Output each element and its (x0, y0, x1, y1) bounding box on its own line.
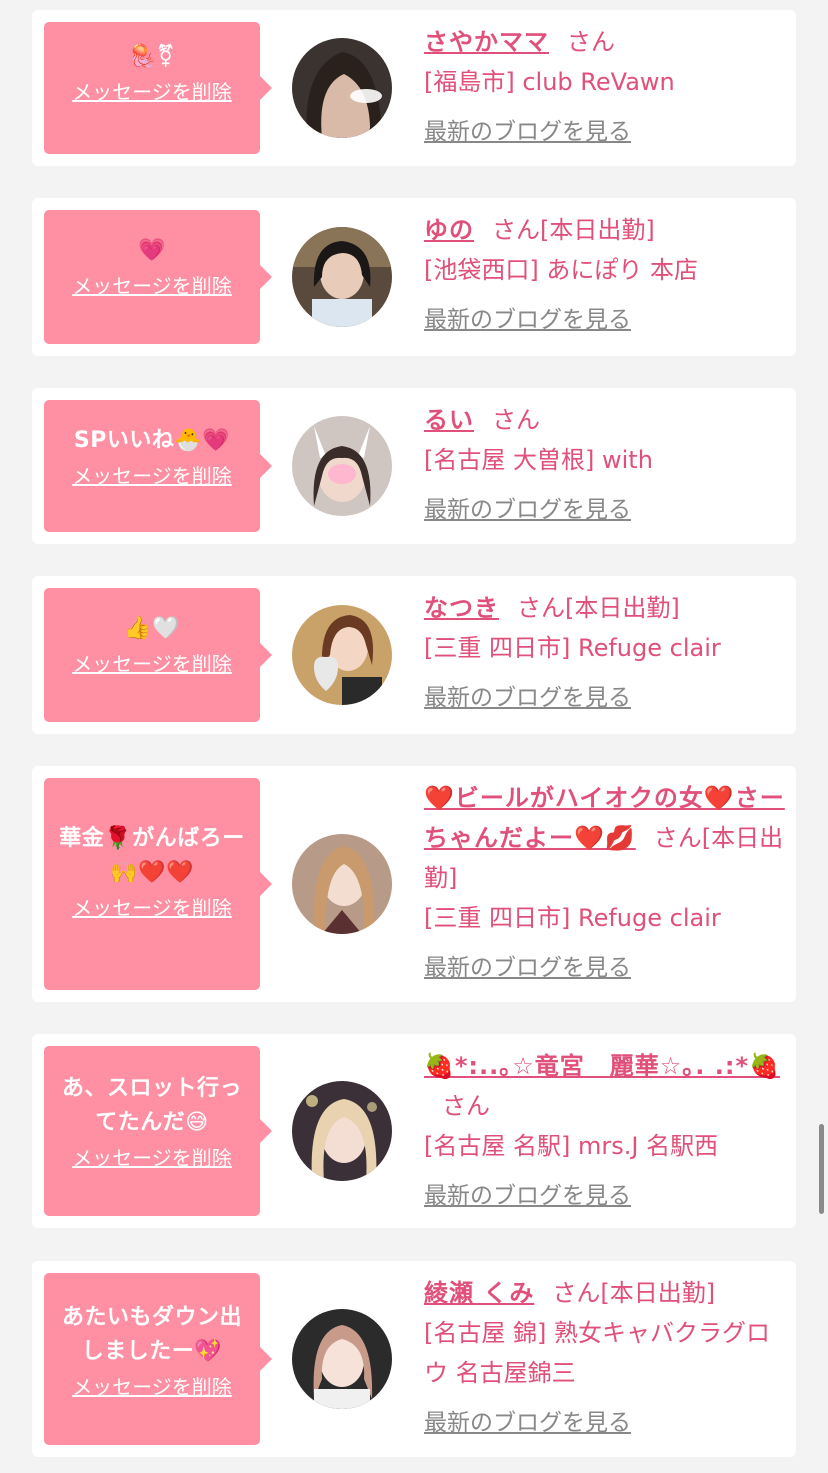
honorific: さん (492, 406, 540, 434)
avatar[interactable] (292, 605, 392, 705)
message-text: 🪼⚧ (128, 44, 176, 69)
honorific: さん (492, 216, 540, 244)
message-bubble: SPいいね🐣💗 メッセージを削除 (44, 400, 272, 532)
cast-info: ❤️ビールがハイオクの女❤️さーちゃんだよー❤️💋 さん[本日出勤] [三重 四日… (424, 778, 786, 988)
delete-message-link[interactable]: メッセージを削除 (72, 1373, 232, 1401)
shop-text: [名古屋 錦] 熟女キャバクラグロウ 名古屋錦三 (424, 1319, 770, 1387)
cast-name-link[interactable]: 綾瀬 くみ (424, 1279, 534, 1307)
blog-link[interactable]: 最新のブログを見る (424, 1403, 631, 1443)
woman-avatar-1 (292, 38, 392, 138)
message-bubble: 🪼⚧ メッセージを削除 (44, 22, 272, 154)
cast-info: さやかママ さん [福島市] club ReVawn 最新のブログを見る (424, 22, 786, 152)
avatar[interactable] (292, 834, 392, 934)
woman-avatar-3 (292, 416, 392, 516)
avatar[interactable] (292, 38, 392, 138)
message-text: 👍🤍 (124, 616, 180, 641)
blog-link[interactable]: 最新のブログを見る (424, 948, 631, 988)
message-text: あ、スロット行っ てたんだ😅 (61, 1076, 242, 1135)
shop-text: [名古屋 名駅] mrs.J 名駅西 (424, 1132, 719, 1160)
cast-info: 🍓*:..｡☆竜宮 麗華☆｡. .:*🍓 さん [名古屋 名駅] mrs.J 名駅… (424, 1046, 786, 1216)
blog-link[interactable]: 最新のブログを見る (424, 112, 631, 152)
message-bubble: 👍🤍 メッセージを削除 (44, 588, 272, 722)
list-item: 🪼⚧ メッセージを削除 さやかママ さん [福島市] club ReVawn 最新… (32, 10, 796, 166)
honorific: さん (552, 1279, 601, 1307)
shop-text: [名古屋 大曽根] with (424, 446, 653, 474)
message-text: あたいもダウン出 しましたー💖 (61, 1305, 242, 1364)
cast-info: ゆの さん[本日出勤] [池袋西口] あにぽり 本店 最新のブログを見る (424, 210, 786, 340)
delete-message-link[interactable]: メッセージを削除 (72, 650, 232, 678)
cast-info: るい さん [名古屋 大曽根] with 最新のブログを見る (424, 400, 786, 530)
delete-message-link[interactable]: メッセージを削除 (72, 894, 232, 922)
list-item: あたいもダウン出 しましたー💖 メッセージを削除 綾瀬 くみ さん[本日出勤] [… (32, 1261, 796, 1457)
delete-message-link[interactable]: メッセージを削除 (72, 78, 232, 106)
list-item: あ、スロット行っ てたんだ😅 メッセージを削除 🍓*:..｡☆竜宮 麗華☆｡. … (32, 1034, 796, 1228)
cast-info: なつき さん[本日出勤] [三重 四日市] Refuge clair 最新のブログ… (424, 588, 786, 718)
honorific: さん (442, 1092, 490, 1120)
blog-link[interactable]: 最新のブログを見る (424, 490, 631, 530)
shop-text: [池袋西口] あにぽり 本店 (424, 256, 698, 284)
message-text: 💗 (138, 238, 166, 263)
blog-link[interactable]: 最新のブログを見る (424, 1176, 631, 1216)
avatar[interactable] (292, 1081, 392, 1181)
list-item: 華金🌹がんばろー 🙌❤️❤️ メッセージを削除 ❤️ビールがハイオクの女❤️さー… (32, 766, 796, 1002)
message-text: 華金🌹がんばろー 🙌❤️❤️ (59, 826, 245, 885)
cast-info: 綾瀬 くみ さん[本日出勤] [名古屋 錦] 熟女キャバクラグロウ 名古屋錦三 最… (424, 1273, 786, 1443)
cast-name-link[interactable]: なつき (424, 594, 499, 622)
delete-message-link[interactable]: メッセージを削除 (72, 462, 232, 490)
list-item: 💗 メッセージを削除 ゆの さん[本日出勤] [池袋西口] あにぽり 本店 最新の… (32, 198, 796, 356)
shop-text: [三重 四日市] Refuge clair (424, 634, 721, 662)
shop-text: [三重 四日市] Refuge clair (424, 904, 721, 932)
honorific: さん (567, 28, 615, 56)
avatar[interactable] (292, 227, 392, 327)
message-list: 🪼⚧ メッセージを削除 さやかママ さん [福島市] club ReVawn 最新… (0, 0, 828, 1473)
message-bubble: 華金🌹がんばろー 🙌❤️❤️ メッセージを削除 (44, 778, 272, 990)
cast-name-link[interactable]: ゆの (424, 216, 474, 244)
status-text: [本日出勤] (600, 1279, 716, 1307)
shop-text: [福島市] club ReVawn (424, 68, 675, 96)
status-text: [本日出勤] (540, 216, 655, 244)
blog-link[interactable]: 最新のブログを見る (424, 300, 631, 340)
scrollbar[interactable] (819, 1124, 824, 1214)
message-bubble: あ、スロット行っ てたんだ😅 メッセージを削除 (44, 1046, 272, 1216)
cast-name-link[interactable]: 🍓*:..｡☆竜宮 麗華☆｡. .:*🍓 (424, 1052, 780, 1080)
status-text: [本日出勤] (565, 594, 680, 622)
woman-avatar-5 (292, 834, 392, 934)
cast-name-link[interactable]: るい (424, 406, 474, 434)
message-text: SPいいね🐣💗 (73, 428, 231, 453)
list-item: SPいいね🐣💗 メッセージを削除 るい さん [名古屋 大曽根] with 最新の… (32, 388, 796, 544)
message-bubble: あたいもダウン出 しましたー💖 メッセージを削除 (44, 1273, 272, 1445)
message-bubble: 💗 メッセージを削除 (44, 210, 272, 344)
blog-link[interactable]: 最新のブログを見る (424, 678, 631, 718)
avatar[interactable] (292, 1309, 392, 1409)
woman-avatar-7 (292, 1309, 392, 1409)
woman-avatar-4 (292, 605, 392, 705)
cast-name-link[interactable]: さやかママ (424, 28, 549, 56)
list-item: 👍🤍 メッセージを削除 なつき さん[本日出勤] [三重 四日市] Refuge … (32, 576, 796, 734)
avatar[interactable] (292, 416, 392, 516)
honorific: さん (517, 594, 565, 622)
woman-avatar-2 (292, 227, 392, 327)
delete-message-link[interactable]: メッセージを削除 (72, 1144, 232, 1172)
delete-message-link[interactable]: メッセージを削除 (72, 272, 232, 300)
honorific: さん (653, 824, 702, 852)
woman-avatar-6 (292, 1081, 392, 1181)
